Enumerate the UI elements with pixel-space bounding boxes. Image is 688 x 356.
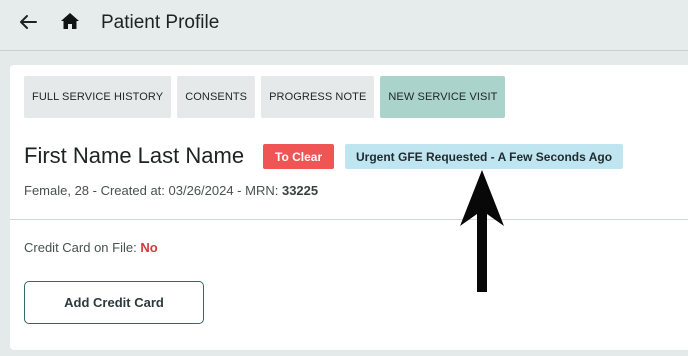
patient-name: First Name Last Name [24,143,245,168]
back-button[interactable] [18,14,38,34]
tab-full-service-history[interactable]: FULL SERVICE HISTORY [24,76,172,118]
mrn-value: 33225 [281,183,319,198]
up-arrow-annotation-icon [456,168,508,299]
arrow-left-icon [19,14,37,35]
tab-bar: FULL SERVICE HISTORY CONSENTS PROGRESS N… [24,76,506,118]
page-title: Patient Profile [101,12,220,33]
patient-card: FULL SERVICE HISTORY CONSENTS PROGRESS N… [10,65,688,350]
patient-details: Female, 28 - Created at: 03/26/2024 - MR… [24,183,318,198]
add-credit-card-button[interactable]: Add Credit Card [24,281,204,324]
tab-consents[interactable]: CONSENTS [177,76,256,118]
status-badge: To Clear [263,144,335,169]
patient-details-text: Female, 28 - Created at: 03/26/2024 - MR… [24,183,282,198]
credit-card-status: Credit Card on File: No [24,240,158,255]
home-icon [60,12,80,35]
home-button[interactable] [59,12,81,34]
credit-card-label: Credit Card on File: [24,240,141,255]
urgent-gfe-badge: Urgent GFE Requested - A Few Seconds Ago [345,144,624,169]
divider [10,219,688,220]
top-bar: Patient Profile [0,0,688,51]
credit-card-value: No [140,240,158,255]
tab-new-service-visit[interactable]: NEW SERVICE VISIT [380,76,506,118]
tab-progress-note[interactable]: PROGRESS NOTE [261,76,375,118]
